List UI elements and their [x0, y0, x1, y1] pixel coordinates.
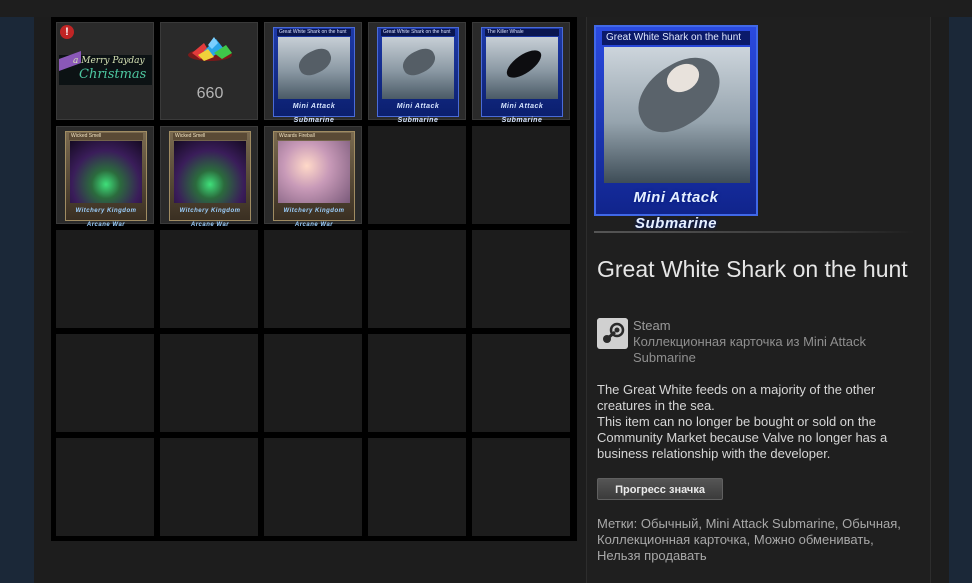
card-art [486, 37, 558, 99]
card-title: Wicked Smell [69, 133, 143, 140]
inventory-slot-empty [56, 438, 154, 536]
inventory-item-card[interactable]: Great White Shark on the hunt Mini Attac… [368, 22, 466, 124]
card-title: Wicked Smell [173, 133, 247, 140]
card-art [278, 141, 350, 203]
inventory-slot-empty [472, 438, 570, 536]
card-art [174, 141, 246, 203]
gems-count: 660 [196, 85, 224, 102]
item-title: Great White Shark on the hunt [597, 256, 908, 282]
detail-card-title: Great White Shark on the hunt [602, 31, 750, 45]
inventory-slot-empty [368, 126, 466, 224]
divider [594, 231, 914, 233]
trading-card: The Killer Whale Mini Attack Submarine [481, 27, 563, 124]
inventory-slot-empty [264, 438, 362, 536]
top-bar [0, 0, 972, 18]
inventory-item-card[interactable]: Great White Shark on the hunt Mini Attac… [264, 22, 362, 124]
inventory-item-card[interactable]: Wicked Smell Witchery Kingdom Arcane War [56, 126, 154, 228]
card-title: The Killer Whale [485, 29, 559, 36]
inventory-slot-empty [56, 334, 154, 432]
card-art [70, 141, 142, 203]
logo-text-line2: Christmas [79, 67, 147, 82]
detail-card-banner: Mini Attack Submarine [633, 189, 719, 232]
gems-icon [188, 37, 232, 61]
item-detail-card-image: Great White Shark on the hunt Mini Attac… [594, 25, 758, 232]
trading-card: Wizards Fireball Witchery Kingdom Arcane… [273, 131, 355, 228]
inventory-slot-empty [368, 438, 466, 536]
inventory-slot-empty [368, 334, 466, 432]
inventory-grid: ! a Merry Payday Christmas 660 Great Whi… [51, 17, 577, 541]
badge-progress-button[interactable]: Прогресс значка [597, 478, 723, 500]
trading-card: Great White Shark on the hunt Mini Attac… [377, 27, 459, 124]
item-tags: Метки: Обычный, Mini Attack Submarine, О… [597, 516, 901, 563]
inventory-slot-empty [264, 334, 362, 432]
inventory-slot-empty [160, 438, 258, 536]
inventory-slot-empty [472, 126, 570, 224]
card-title: Great White Shark on the hunt [277, 29, 351, 36]
trading-card: Great White Shark on the hunt Mini Attac… [273, 27, 355, 124]
shark-image [625, 46, 733, 144]
card-banner: Mini Attack Submarine [500, 103, 544, 124]
inventory-slot-empty [472, 230, 570, 328]
inventory-item-card[interactable]: Wicked Smell Witchery Kingdom Arcane War [160, 126, 258, 228]
inventory-item-payday-gift[interactable]: ! a Merry Payday Christmas [56, 22, 154, 120]
game-name: Steam [633, 318, 671, 333]
orca-image [502, 45, 546, 83]
inventory-slot-empty [160, 230, 258, 328]
logo-text-line1: a Merry Payday [73, 56, 145, 66]
card-banner: Witchery Kingdom Arcane War [283, 208, 345, 228]
trading-card: Wicked Smell Witchery Kingdom Arcane War [65, 131, 147, 228]
inventory-item-gems[interactable]: 660 [160, 22, 258, 120]
card-art [278, 37, 350, 99]
detail-card-art [604, 46, 750, 183]
steam-icon [597, 318, 628, 349]
shark-image [398, 44, 440, 80]
payday-christmas-logo: a Merry Payday Christmas [59, 50, 152, 85]
inventory-slot-empty [160, 334, 258, 432]
card-title: Great White Shark on the hunt [381, 29, 455, 36]
card-banner: Witchery Kingdom Arcane War [179, 208, 241, 228]
trading-card: Wicked Smell Witchery Kingdom Arcane War [169, 131, 251, 228]
item-description: The Great White feeds on a majority of t… [597, 382, 917, 462]
description-line: The Great White feeds on a majority of t… [597, 382, 876, 413]
inventory-item-card[interactable]: The Killer Whale Mini Attack Submarine [472, 22, 570, 124]
inventory-item-card[interactable]: Wizards Fireball Witchery Kingdom Arcane… [264, 126, 362, 228]
alert-icon: ! [60, 25, 74, 39]
inventory-slot-empty [472, 334, 570, 432]
inventory-slot-empty [56, 230, 154, 328]
item-type: Коллекционная карточка из Mini Attack Su… [633, 334, 866, 365]
inventory-slot-empty [264, 230, 362, 328]
card-banner: Mini Attack Submarine [292, 103, 336, 124]
card-banner: Mini Attack Submarine [396, 103, 440, 124]
left-margin [0, 17, 34, 583]
card-banner: Witchery Kingdom Arcane War [75, 208, 137, 228]
description-line: This item can no longer be bought or sol… [597, 414, 888, 461]
inventory-slot-empty [368, 230, 466, 328]
shark-image [294, 44, 336, 80]
card-art [382, 37, 454, 99]
right-margin [949, 17, 972, 583]
card-title: Wizards Fireball [277, 133, 351, 140]
